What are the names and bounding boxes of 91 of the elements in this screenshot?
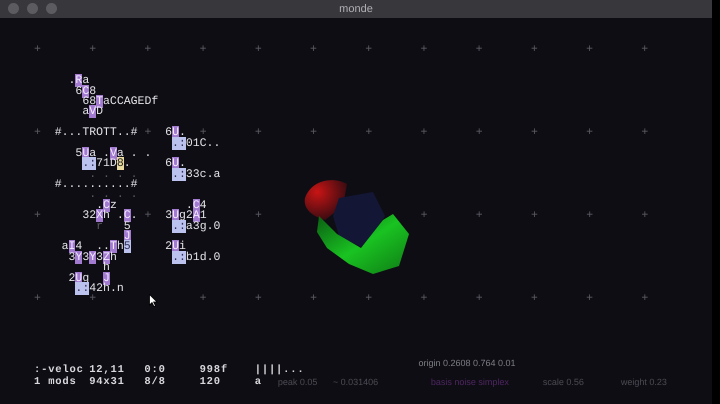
grid-text: #...TROTT..# [54,126,138,140]
parameter-readout: basis noise simplex [430,376,510,388]
grid-marker: + + + + + [420,209,648,222]
grid-text: . [96,198,104,212]
grid-text: 33c.a [186,168,220,181]
origin-readout: origin 0.2608 0.764 0.01 [418,356,516,369]
grid-text: h [103,261,110,274]
grid-text: 01C.. [186,136,220,150]
status-value: 998f [200,364,229,376]
status-value: ||||... [254,364,304,376]
parameter-readout: weight 0.23 [620,376,667,388]
window-title: monde [339,2,373,17]
grid-text: a3g.0 [186,220,220,233]
port-marker: .: [172,136,186,150]
status-value: a [254,376,262,388]
status-value: :-veloc [34,364,85,376]
operator-glyph: C [124,209,131,222]
status-value: 0:0 [144,364,167,376]
mouse-pointer-icon [149,294,158,307]
grid-text: 3 [82,250,90,264]
grid-text: 71D [96,157,117,170]
port-marker: 5 [124,240,131,254]
grid-marker: + [34,126,41,140]
grid-text: 3 [165,209,172,222]
status-value: 94x31 [89,376,126,388]
grid-marker: + [34,209,41,222]
grid-text: g2 [179,209,193,222]
grid-text: . [68,74,76,88]
port-marker: .: [82,157,96,170]
status-value: 1 mods [34,376,78,388]
grid-text: 3 [96,250,104,264]
grid-text: . [178,157,186,170]
parameter-readout: ~ 0.031406 [332,376,380,388]
grid-text: 5 [124,220,131,233]
grid-marker: + [144,209,152,222]
grid-marker: r [96,220,104,233]
grid-text: 5 [75,146,82,160]
grid-marker: + [144,126,152,140]
grid-marker: + + [34,292,96,306]
grid-text: 3 [68,250,76,264]
grid-text: i [178,240,186,254]
grid-text: 42h.n [89,282,124,295]
grid-text: 32 [82,209,96,222]
port-marker: .: [75,282,90,295]
grid-text: aCCAGEDf [103,94,158,108]
operator-glyph: T [96,94,104,108]
status-value: 120 [200,376,222,388]
operator-glyph: Y [89,250,96,264]
status-value: 8/8 [144,376,167,388]
grid-text: 2 [68,272,76,285]
operator-glyph: Z [103,250,110,264]
grid-text: a [82,74,90,88]
parameter-readout: peak 0.05 [278,376,318,388]
operator-glyph: T [110,240,117,254]
cursor-cell: 8 [116,157,124,170]
grid-text: D [96,105,104,118]
grid-marker: + + + + + + + + + [200,292,648,306]
operator-glyph: A [192,209,200,222]
grid-text: 6 [75,84,82,98]
grid-text: a [62,240,69,254]
parameter-readout: scale 0.56 [542,376,585,388]
grid-text: . [178,126,186,140]
operator-glyph: V [110,146,117,160]
close-button[interactable] [8,3,19,14]
port-marker: .: [172,220,186,233]
zoom-button[interactable] [46,3,57,14]
grid-text: h [116,240,124,254]
operator-glyph: V [89,105,96,118]
port-marker: .: [172,168,186,181]
grid-marker: + + + + + + + + + + + + [34,43,648,56]
port-marker: .: [172,250,186,264]
minimize-button[interactable] [27,3,38,14]
operator-glyph: R [75,74,82,88]
grid-text: h [110,250,117,264]
grid-marker: + + + + + + + + + [200,126,648,140]
grid-text: h . [103,209,124,222]
grid-text: 6 [165,126,172,140]
grid-text: 4 .. [75,240,110,254]
grid-text: b1d.0 [186,250,220,264]
status-value: 12,11 [89,364,126,376]
grid-text: . 6 [124,157,172,170]
operator-glyph: Y [75,250,82,264]
operator-glyph: J [103,272,110,285]
grid-text: 1 [200,209,207,222]
operator-glyph: C [103,198,110,212]
grid-marker: + [254,209,262,222]
grid-text: a [82,105,90,118]
operator-glyph: I [68,240,76,254]
operator-glyph: X [96,209,104,222]
grid-text: . [130,209,138,222]
grid-text: 2 [165,240,172,254]
